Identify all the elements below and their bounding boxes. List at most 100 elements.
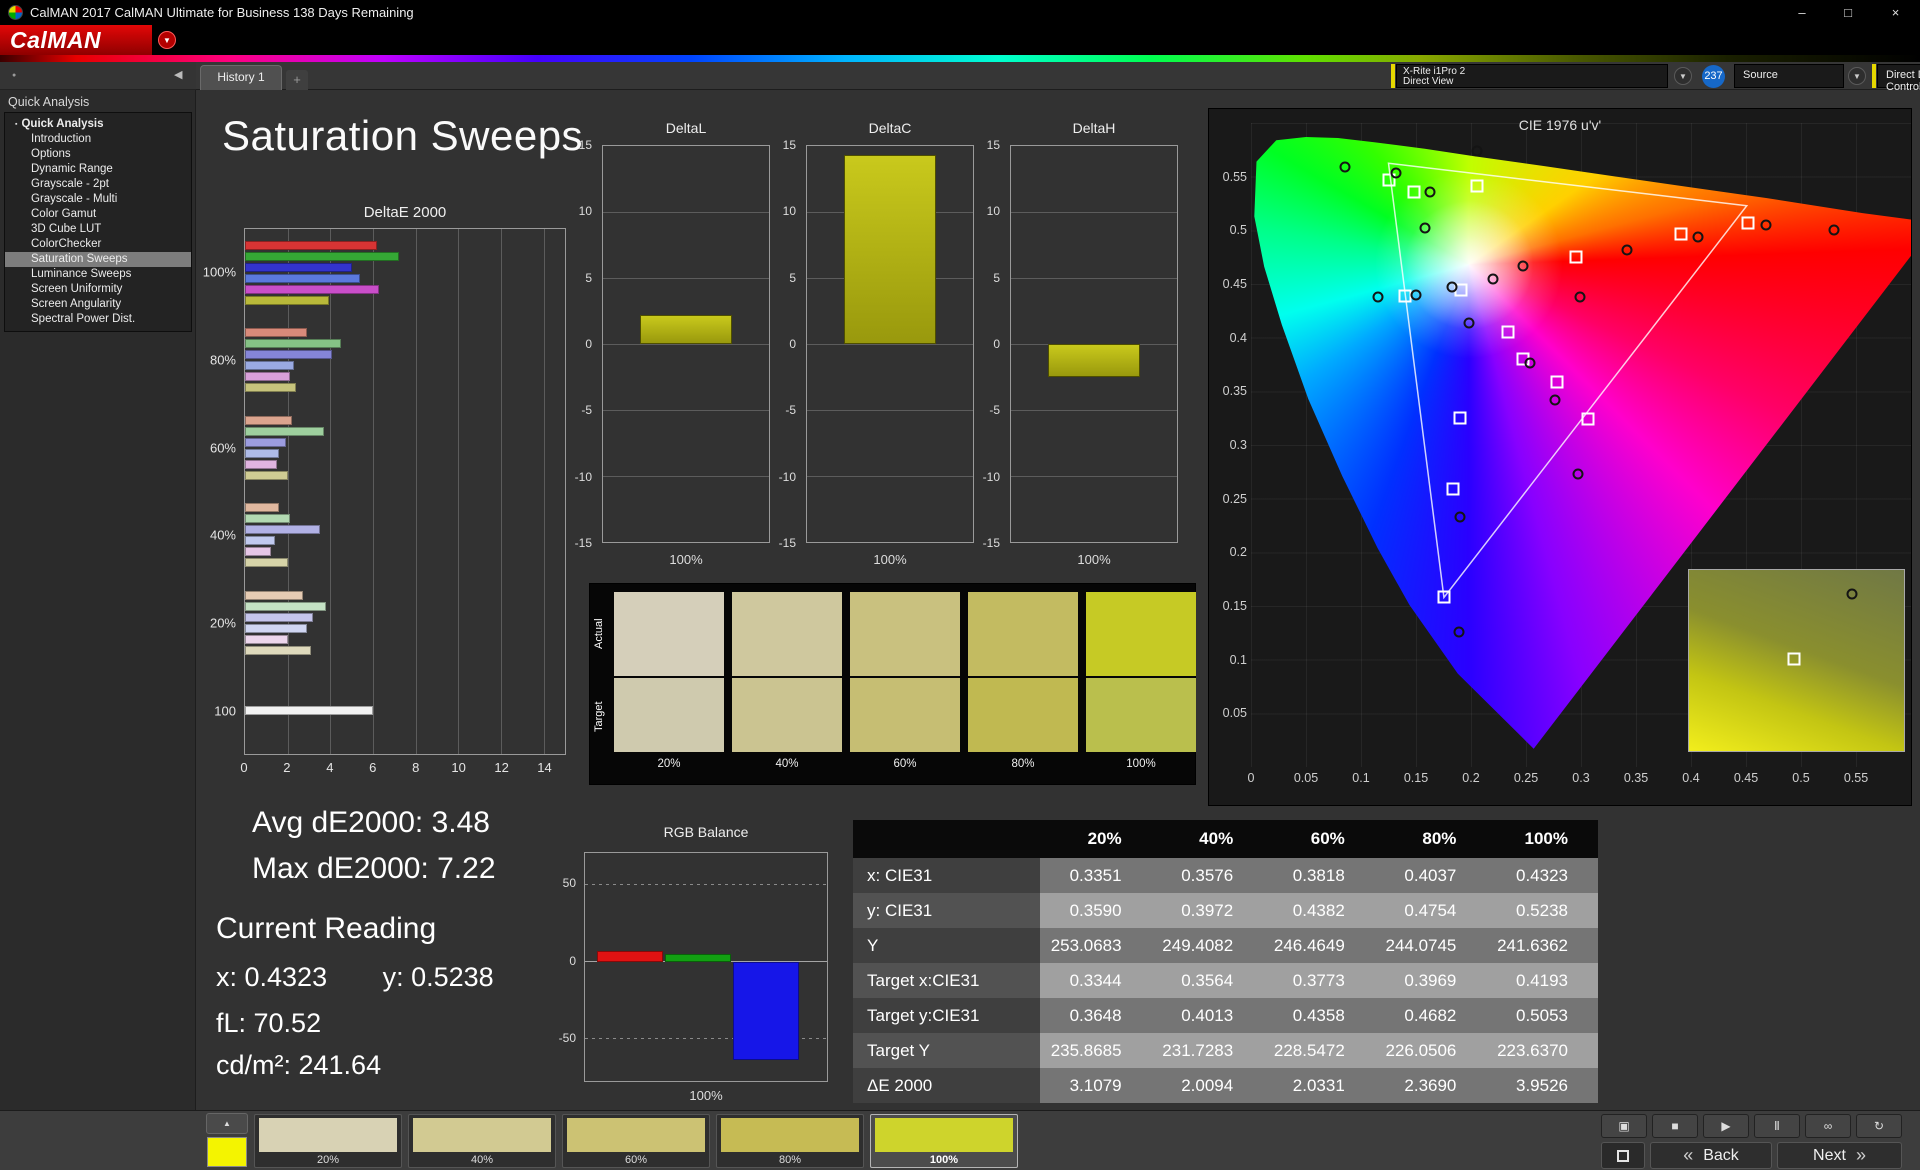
add-tab-button[interactable]: + [286, 70, 308, 90]
sidebar-item-quick-analysis[interactable]: ▪ Quick Analysis [5, 117, 191, 132]
pause-button[interactable]: Ⅱ [1754, 1114, 1800, 1138]
tab-history-1[interactable]: History 1 [200, 65, 282, 90]
table-cell: 244.0745 [1374, 928, 1487, 963]
sidebar-item-spectral-power-dist[interactable]: Spectral Power Dist. [5, 312, 191, 327]
source-dropdown[interactable]: Source [1734, 64, 1844, 88]
display-control-dropdown[interactable]: Direct Display Control [1877, 64, 1920, 93]
snapshot-button[interactable]: ▣ [1601, 1114, 1647, 1138]
minimize-button[interactable]: – [1779, 0, 1825, 25]
gridline [330, 229, 332, 754]
dot-icon[interactable]: ● [12, 72, 16, 79]
patch-window-button[interactable]: ▲ [206, 1113, 248, 1134]
sidebar-item-grayscale-2pt[interactable]: Grayscale - 2pt [5, 177, 191, 192]
sidebar-item-color-gamut[interactable]: Color Gamut [5, 207, 191, 222]
axis-tick-label: -10 [778, 469, 796, 484]
axis-tick-label: 0.3 [1229, 438, 1247, 452]
stop-measure-button[interactable] [1601, 1142, 1645, 1169]
rgb-balance-chart: RGB Balance 50 0 -50 100% [558, 822, 828, 1108]
sidebar-item-dynamic-range[interactable]: Dynamic Range [5, 162, 191, 177]
refresh-button[interactable]: ↻ [1856, 1114, 1902, 1138]
table-cell: 0.4358 [1263, 998, 1375, 1033]
sidebar-item-options[interactable]: Options [5, 147, 191, 162]
gridline [373, 229, 374, 754]
stop-button[interactable]: ■ [1652, 1114, 1698, 1138]
brand-menu-button[interactable]: ▼ [158, 31, 176, 49]
patch-button-60[interactable]: 60% [562, 1114, 710, 1168]
measured-point [1828, 224, 1840, 236]
chart-title: DeltaL [665, 120, 707, 136]
bar [245, 273, 361, 283]
chevron-down-icon[interactable]: ▼ [1674, 67, 1692, 85]
back-button[interactable]: « Back [1650, 1142, 1772, 1169]
workflow-tree: ▪ Quick Analysis Introduction Options Dynami… [4, 112, 192, 332]
axis-tick-label: -50 [558, 1031, 576, 1046]
cie-diagram-panel: CIE 1976 u'v' 0.05 0.1 0.15 0.2 0.25 0.3 0.35 0… [1208, 108, 1912, 806]
patch-label: 100% [929, 1154, 959, 1166]
sidebar-item-colorchecker[interactable]: ColorChecker [5, 237, 191, 252]
axis-tick-label: 0.05 [1222, 706, 1247, 721]
sidebar-item-introduction[interactable]: Introduction [5, 132, 191, 147]
axis-tick-label: 2 [283, 760, 291, 775]
sidebar-item-saturation-sweeps[interactable]: Saturation Sweeps [5, 252, 191, 267]
chevron-down-icon[interactable]: ▼ [1848, 67, 1866, 85]
brand-banner: CalMAN [0, 25, 152, 55]
axis-tick-label: 6 [369, 760, 377, 775]
table-cell: 228.5472 [1263, 1033, 1375, 1068]
table-row: Target Y 235.8685 231.7283 228.5472 226.0506… [853, 1033, 1598, 1068]
patch-button-100[interactable]: 100% [870, 1114, 1018, 1168]
axis-tick-label: 100% [873, 552, 907, 567]
patch-button-40[interactable]: 40% [408, 1114, 556, 1168]
bar [245, 448, 280, 458]
loop-button[interactable]: ∞ [1805, 1114, 1851, 1138]
close-button[interactable]: × [1871, 0, 1920, 25]
target-point [1569, 250, 1582, 264]
sidebar-item-screen-uniformity[interactable]: Screen Uniformity [5, 282, 191, 297]
measured-point [1572, 468, 1584, 480]
sidebar-item-grayscale-multi[interactable]: Grayscale - Multi [5, 192, 191, 207]
maximize-button[interactable]: □ [1825, 0, 1871, 25]
gridline [1011, 277, 1177, 279]
gridline [603, 277, 769, 279]
title-bar: CalMAN 2017 CalMAN Ultimate for Business… [0, 0, 1920, 25]
patch-button-20[interactable]: 20% [254, 1114, 402, 1168]
bar [245, 339, 341, 349]
axis-tick-label: -10 [982, 469, 1000, 484]
rainbow-strip [0, 55, 1920, 62]
meter-dropdown[interactable]: X-Rite i1Pro 2 Direct View [1396, 64, 1668, 88]
table-cell: 231.7283 [1151, 1033, 1264, 1068]
chart-title: RGB Balance [663, 824, 749, 840]
sidebar-item-luminance-sweeps[interactable]: Luminance Sweeps [5, 267, 191, 282]
target-swatch [732, 678, 842, 752]
play-icon: ▶ [1721, 1119, 1731, 1133]
bottom-bar: ▲ 20% 40% 60% 80% 100% ▣ ■ ▶ Ⅱ ∞ ↻ « Back Next » [0, 1110, 1920, 1170]
bar [245, 590, 303, 600]
avg-de2000-reading: Avg dE2000: 3.48 [252, 806, 490, 839]
actual-swatch [1086, 592, 1196, 676]
bar [245, 705, 373, 715]
actual-row-label: Actual [593, 618, 605, 650]
sidebar-item-screen-angularity[interactable]: Screen Angularity [5, 297, 191, 312]
table-cell: 2.0331 [1263, 1068, 1375, 1103]
axis-tick-label: 0.5 [1792, 771, 1810, 785]
next-button[interactable]: Next » [1777, 1142, 1902, 1169]
blue-bar [733, 961, 799, 1060]
table-cell: 0.4682 [1374, 998, 1487, 1033]
gridline [585, 883, 827, 885]
target-point [1674, 227, 1688, 241]
patch-button-80[interactable]: 80% [716, 1114, 864, 1168]
gridline [543, 229, 545, 754]
target-swatch [1086, 678, 1196, 752]
play-button[interactable]: ▶ [1703, 1114, 1749, 1138]
axis-tick-label: 12 [494, 760, 509, 775]
gridline [603, 476, 769, 477]
bar [245, 536, 275, 546]
reading-count-badge: 237 [1702, 65, 1725, 88]
axis-tick-label: 5 [789, 270, 796, 285]
measured-point [1454, 511, 1466, 523]
target-swatch [614, 678, 724, 752]
sidebar-item-3d-cube-lut[interactable]: 3D Cube LUT [5, 222, 191, 237]
snapshot-icon: ▣ [1618, 1119, 1630, 1133]
table-cell: 0.3969 [1374, 963, 1487, 998]
collapse-left-icon[interactable]: ◀ [174, 68, 182, 81]
patch-label: 80% [778, 1154, 802, 1166]
